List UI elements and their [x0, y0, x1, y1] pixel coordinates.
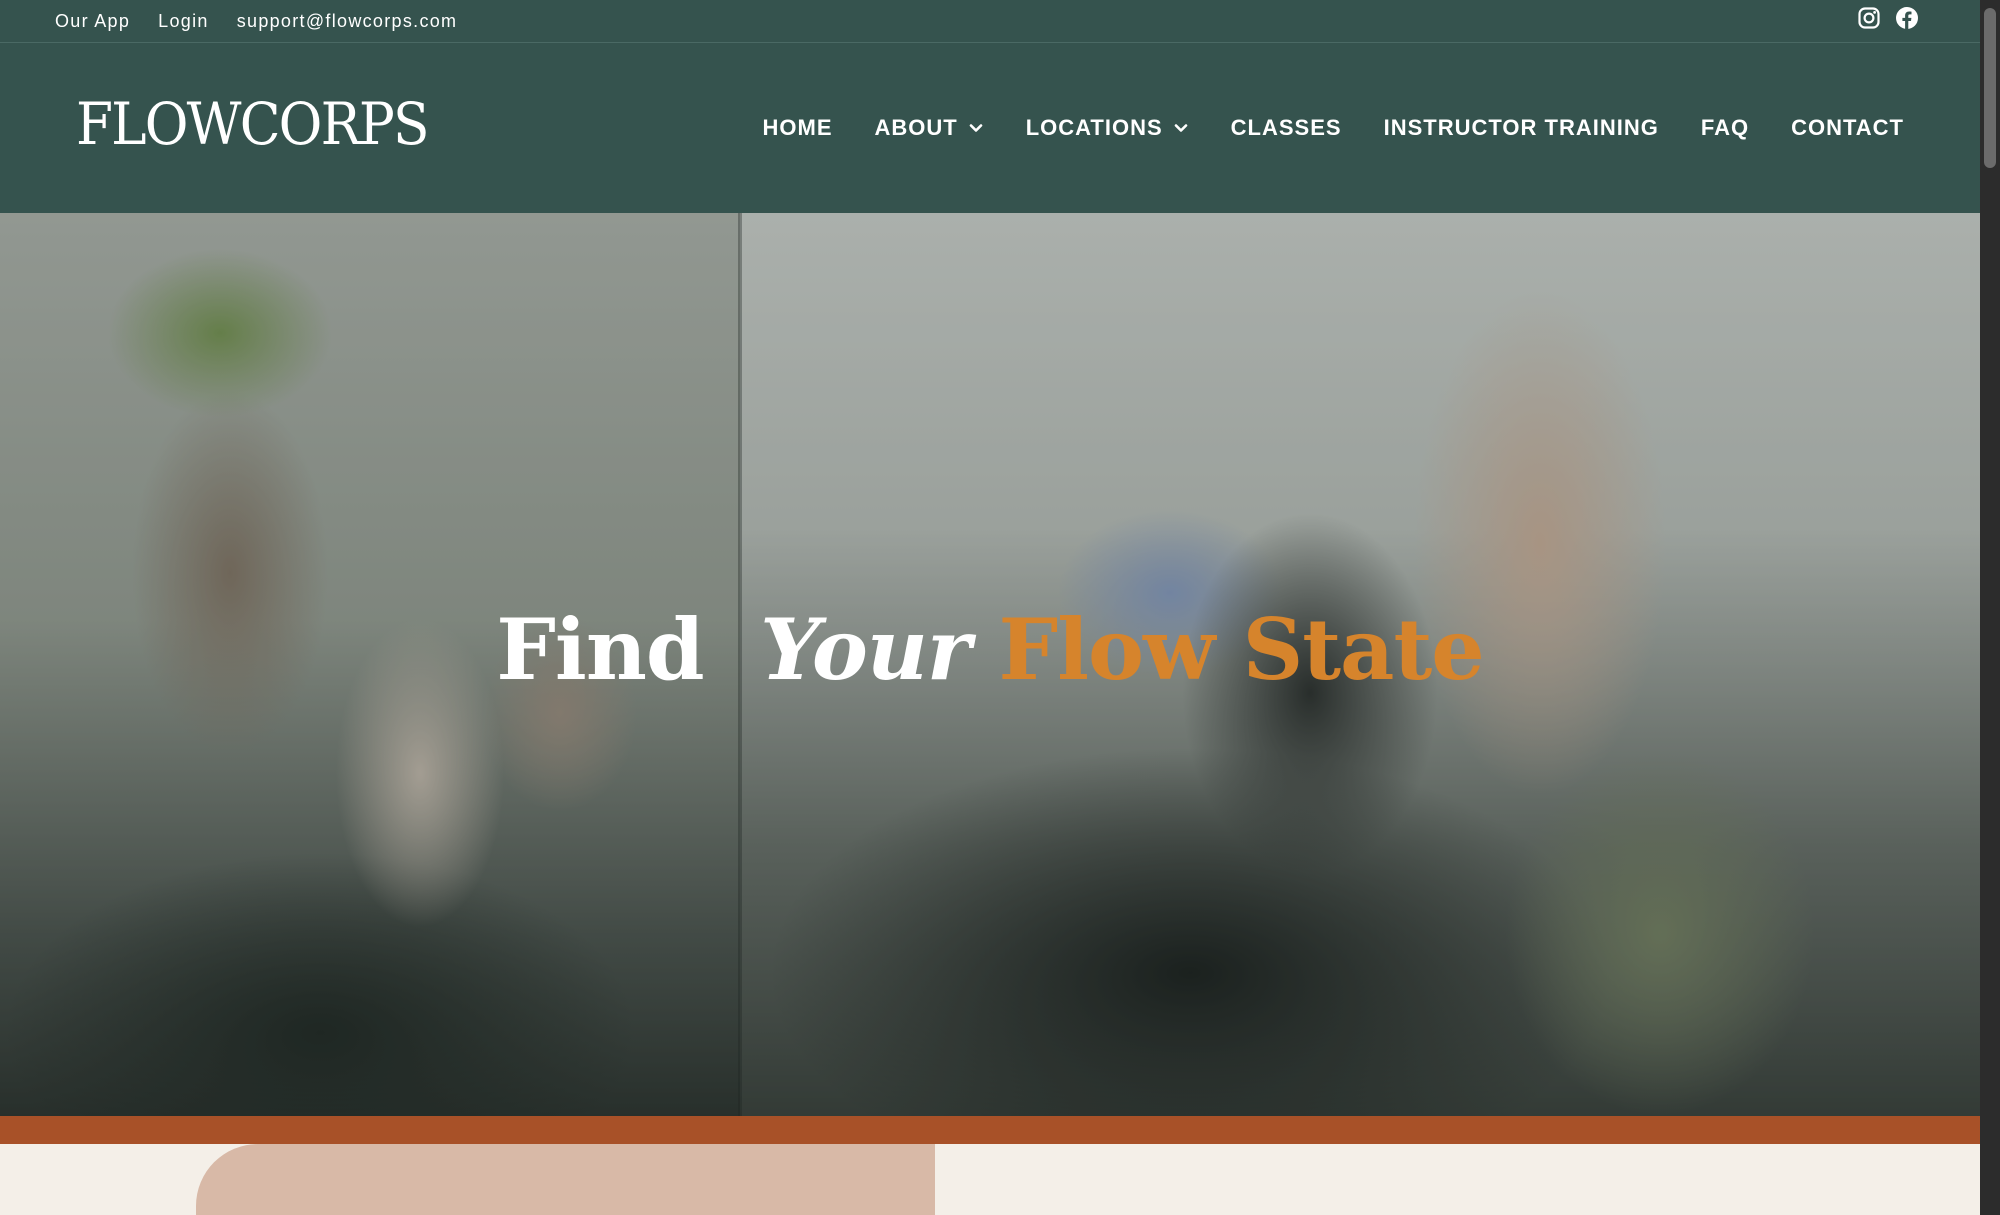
nav-faq[interactable]: FAQ	[1701, 115, 1749, 141]
nav-about-label: ABOUT	[874, 115, 958, 140]
top-utility-bar: Our App Login support@flowcorps.com	[0, 0, 1980, 43]
nav-about[interactable]: ABOUT	[875, 115, 984, 141]
nav-instructor-training-label: INSTRUCTOR TRAINING	[1383, 115, 1659, 140]
nav-contact-label: CONTACT	[1791, 115, 1904, 140]
login-link[interactable]: Login	[158, 11, 209, 32]
nav-locations-label: LOCATIONS	[1025, 115, 1163, 140]
nav-contact[interactable]: CONTACT	[1791, 115, 1904, 141]
content-section	[0, 1144, 1980, 1215]
nav-home[interactable]: HOME	[763, 115, 833, 141]
support-email-link[interactable]: support@flowcorps.com	[237, 11, 458, 32]
scrollbar-thumb[interactable]	[1984, 8, 1996, 168]
hero-section: Find Your Flow State	[0, 213, 1980, 1116]
nav-faq-label: FAQ	[1700, 115, 1750, 140]
nav-instructor-training[interactable]: INSTRUCTOR TRAINING	[1384, 115, 1659, 141]
nav-locations[interactable]: LOCATIONS	[1026, 115, 1189, 141]
chevron-down-icon	[969, 124, 983, 132]
social-links	[1857, 6, 1919, 30]
flowcorps-logo[interactable]: FLOWCORPS	[76, 95, 430, 153]
hero-title-flow-state: Flow State	[998, 600, 1484, 699]
nav-classes[interactable]: CLASSES	[1231, 115, 1342, 141]
top-links: Our App Login support@flowcorps.com	[55, 0, 457, 42]
our-app-link[interactable]: Our App	[55, 11, 130, 32]
hero-title-your: Your	[760, 600, 971, 699]
instagram-icon[interactable]	[1857, 6, 1881, 30]
nav-home-label: HOME	[762, 115, 833, 140]
facebook-icon[interactable]	[1895, 6, 1919, 30]
accent-band	[0, 1116, 1980, 1144]
hero-title-find: Find	[496, 600, 704, 699]
hero-title: Find Your Flow State	[0, 608, 1980, 692]
nav-classes-label: CLASSES	[1230, 115, 1342, 140]
content-card	[196, 1144, 935, 1215]
page-scrollbar[interactable]	[1980, 0, 2000, 1215]
main-nav: HOME ABOUT LOCATIONS CLASSES INSTRUCTOR …	[763, 43, 1904, 213]
chevron-down-icon	[1174, 124, 1187, 132]
main-header: FLOWCORPS HOME ABOUT LOCATIONS CLASSES I…	[0, 43, 1980, 213]
